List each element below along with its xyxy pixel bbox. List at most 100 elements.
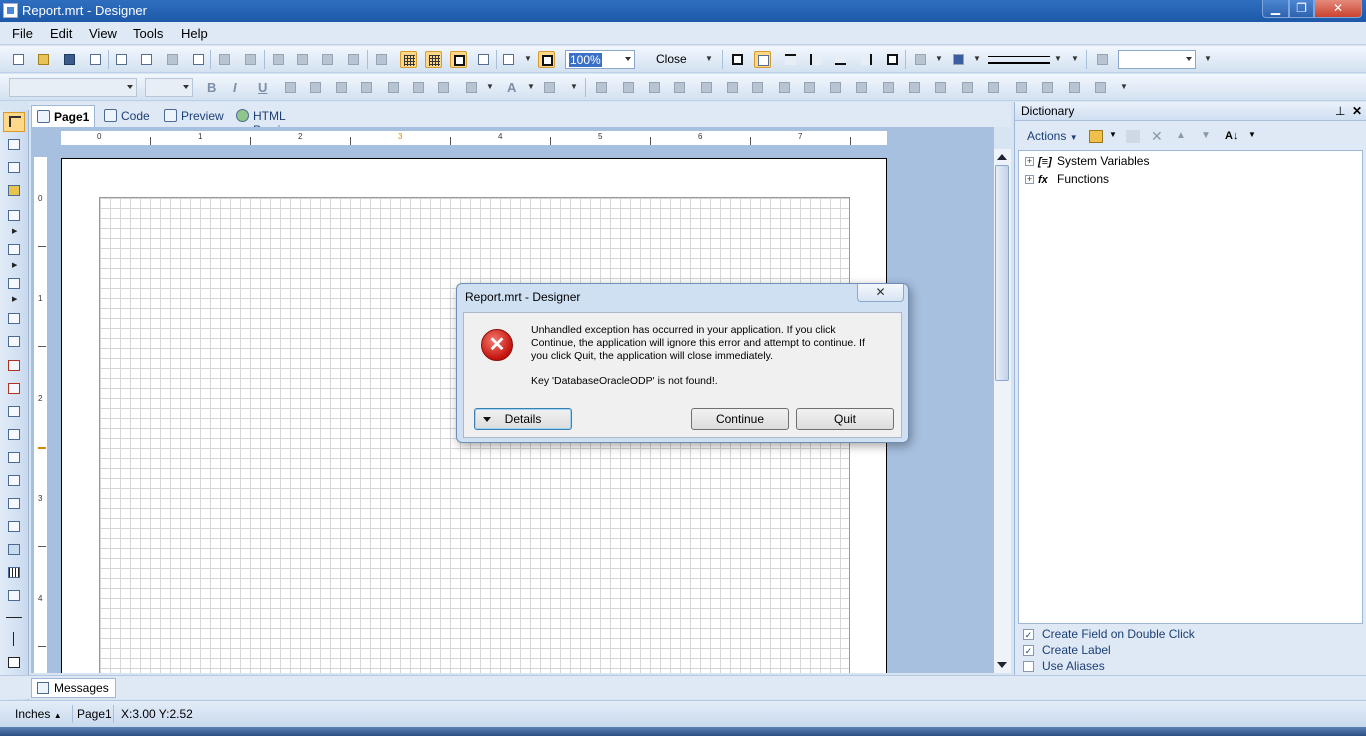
- toolbar-overflow-icon[interactable]: ▼: [705, 54, 713, 68]
- tree-item-system-variables[interactable]: + [≡] System Variables: [1025, 154, 1149, 168]
- tab-page1[interactable]: Page1: [31, 105, 95, 127]
- fill-color-button[interactable]: [912, 51, 929, 68]
- option-create-label[interactable]: ✓ Create Label: [1023, 643, 1111, 657]
- border-color-button[interactable]: [950, 51, 967, 68]
- align-to-grid-tool[interactable]: [593, 79, 610, 96]
- pin-icon[interactable]: ⊥: [1335, 104, 1345, 118]
- undo-button[interactable]: [216, 51, 233, 68]
- layout-button[interactable]: [500, 51, 517, 68]
- container-tool[interactable]: [6, 427, 23, 443]
- panel-tool[interactable]: [6, 311, 23, 327]
- checkbox[interactable]: [1023, 661, 1034, 673]
- menu-help[interactable]: Help: [181, 26, 208, 41]
- option-use-aliases[interactable]: Use Aliases: [1023, 659, 1105, 673]
- border-left-button[interactable]: [807, 51, 824, 68]
- underline-button[interactable]: U: [258, 80, 267, 95]
- components-expand-icon[interactable]: ▶: [12, 295, 17, 303]
- tab-html-preview[interactable]: HTML Preview: [231, 105, 331, 137]
- expand-icon[interactable]: +: [1025, 157, 1034, 167]
- tab-messages[interactable]: Messages: [31, 678, 116, 698]
- align-center-button[interactable]: [307, 79, 324, 96]
- border-style-dropdown-icon[interactable]: ▼: [1054, 54, 1062, 68]
- bold-button[interactable]: B: [207, 80, 216, 95]
- components-tool[interactable]: [6, 276, 23, 292]
- subreport-tool[interactable]: [6, 450, 23, 466]
- vertical-scrollbar[interactable]: [994, 149, 1011, 673]
- align-tops-button[interactable]: [698, 79, 715, 96]
- copy-button[interactable]: [294, 51, 311, 68]
- border-none-button[interactable]: [754, 51, 771, 68]
- continue-button[interactable]: Continue: [691, 408, 789, 430]
- databand-tool[interactable]: [6, 334, 23, 350]
- link-button[interactable]: [1092, 79, 1109, 96]
- checkbox-tool[interactable]: [6, 496, 23, 512]
- vertical-center-button[interactable]: [410, 79, 427, 96]
- picture-tool[interactable]: [6, 542, 23, 558]
- new-item-icon[interactable]: [1089, 130, 1103, 143]
- format-painter-tool[interactable]: [6, 183, 23, 199]
- make-same-width-button[interactable]: [801, 79, 818, 96]
- new-page-button[interactable]: [113, 51, 130, 68]
- select-all-button[interactable]: [373, 51, 390, 68]
- border-top-button[interactable]: [782, 51, 799, 68]
- move-backward-button[interactable]: [985, 79, 1002, 96]
- shape-tool[interactable]: [6, 588, 23, 604]
- italic-button[interactable]: I: [233, 80, 237, 95]
- text-angle-button[interactable]: [463, 79, 480, 96]
- paste-button[interactable]: [319, 51, 336, 68]
- chevron-down-icon[interactable]: ▼: [1248, 130, 1262, 143]
- border-bottom-button[interactable]: [832, 51, 849, 68]
- layout-dropdown-icon[interactable]: ▼: [524, 54, 532, 68]
- toolbar-overflow-icon[interactable]: ▼: [1120, 82, 1128, 96]
- label-tool[interactable]: [6, 519, 23, 535]
- close-designer-button[interactable]: Close: [656, 52, 687, 66]
- tree-item-functions[interactable]: + fx Functions: [1025, 172, 1109, 186]
- delete-button[interactable]: [345, 51, 362, 68]
- menu-view[interactable]: View: [89, 26, 117, 41]
- barcode-tool[interactable]: [6, 565, 23, 581]
- style-combo[interactable]: [1118, 50, 1196, 69]
- menu-tools[interactable]: Tools: [133, 26, 163, 41]
- bands-tool[interactable]: [6, 208, 23, 224]
- select-tool[interactable]: [3, 112, 25, 132]
- font-name-combo[interactable]: [9, 78, 137, 97]
- menu-edit[interactable]: Edit: [50, 26, 72, 41]
- text-component-tool[interactable]: [6, 358, 23, 374]
- scroll-down-icon[interactable]: [997, 662, 1007, 668]
- close-window-button[interactable]: ✕: [1314, 0, 1362, 18]
- border-all-button[interactable]: [729, 51, 746, 68]
- rectangle-tool[interactable]: [6, 655, 23, 671]
- group-button[interactable]: [1013, 79, 1030, 96]
- font-size-combo[interactable]: [145, 78, 193, 97]
- delete-page-button[interactable]: [164, 51, 181, 68]
- lock-button[interactable]: [1066, 79, 1083, 96]
- quit-button[interactable]: Quit: [796, 408, 894, 430]
- tab-code[interactable]: Code: [99, 105, 155, 127]
- save-button[interactable]: [61, 51, 78, 68]
- align-rights-button[interactable]: [671, 79, 688, 96]
- align-middles-button[interactable]: [724, 79, 741, 96]
- edit-icon[interactable]: [1126, 130, 1140, 143]
- image-tool[interactable]: [6, 404, 23, 420]
- border-color-dropdown-icon[interactable]: ▼: [973, 54, 981, 68]
- move-forward-button[interactable]: [959, 79, 976, 96]
- table-tool[interactable]: [6, 473, 23, 489]
- redo-button[interactable]: [242, 51, 259, 68]
- tab-preview[interactable]: Preview: [159, 105, 229, 127]
- center-horizontally-button[interactable]: [853, 79, 870, 96]
- cross-bands-tool[interactable]: [6, 242, 23, 258]
- zoom-page-button[interactable]: [538, 51, 555, 68]
- font-color-button[interactable]: A: [507, 80, 516, 95]
- show-headers-button[interactable]: [450, 51, 467, 68]
- expand-icon[interactable]: +: [1025, 175, 1034, 185]
- menu-file[interactable]: File: [12, 26, 33, 41]
- cut-button[interactable]: [270, 51, 287, 68]
- pan-tool[interactable]: [6, 137, 23, 153]
- new-report-button[interactable]: [10, 51, 27, 68]
- font-color-dropdown-icon[interactable]: ▼: [527, 82, 535, 96]
- toolbar-overflow-icon[interactable]: ▼: [1071, 54, 1079, 68]
- actions-menu-button[interactable]: Actions ▼: [1027, 129, 1078, 143]
- make-same-height-button[interactable]: [827, 79, 844, 96]
- highlight-button[interactable]: [541, 79, 558, 96]
- ungroup-button[interactable]: [1039, 79, 1056, 96]
